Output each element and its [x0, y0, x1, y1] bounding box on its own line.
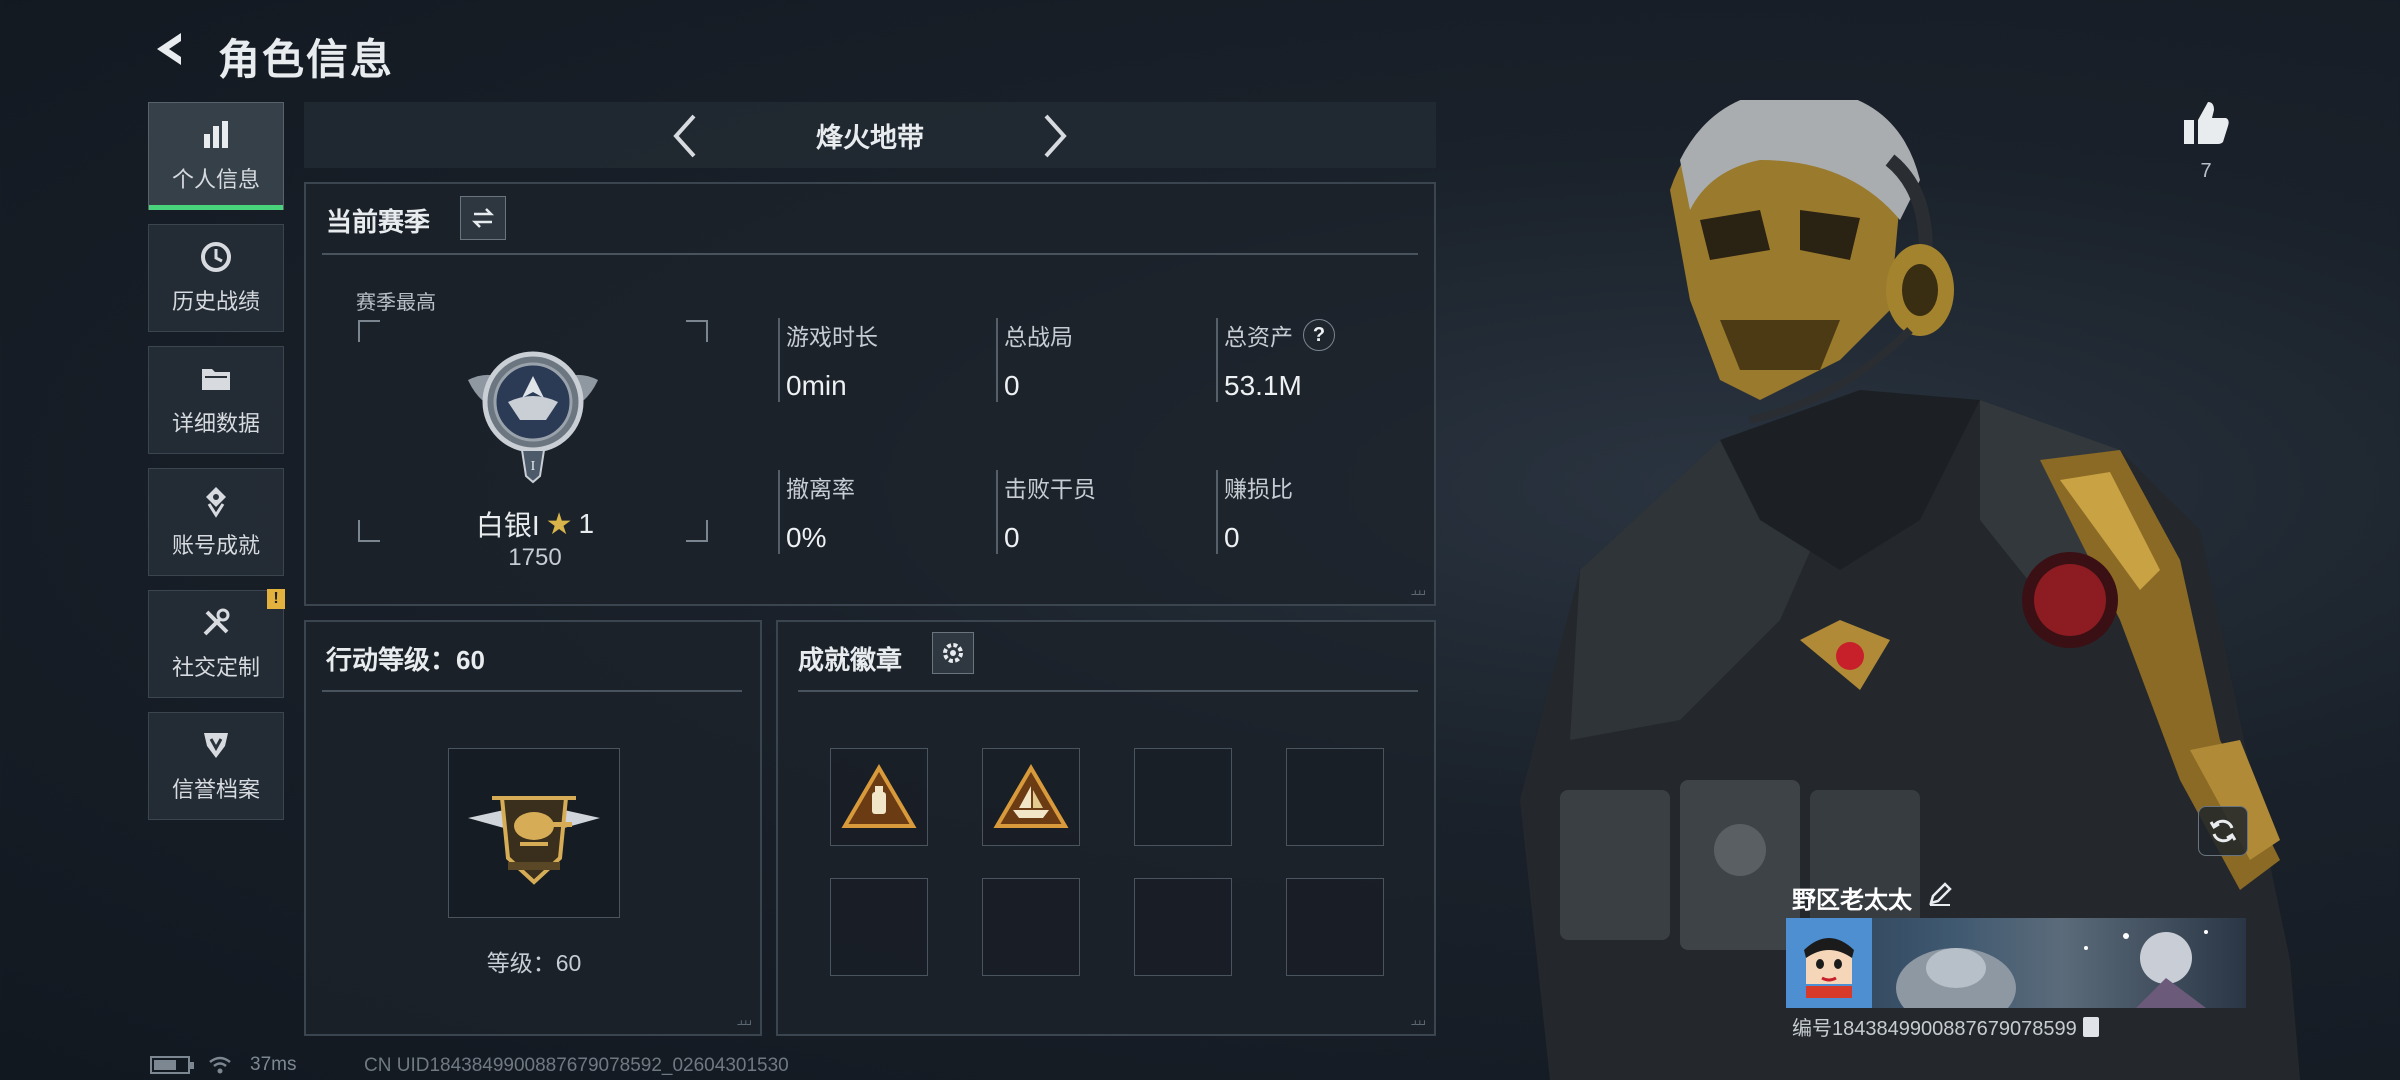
svg-text:I: I: [531, 459, 536, 474]
previous-mode-button[interactable]: [660, 108, 710, 164]
rotate-icon: [2209, 819, 2237, 843]
swap-season-button[interactable]: [460, 196, 506, 240]
history-clock-icon: [201, 242, 231, 272]
thumbs-up-icon: [2184, 102, 2229, 144]
gear-icon: [943, 643, 963, 663]
nav-item-detailed-data[interactable]: 详细数据: [148, 346, 284, 454]
nav-item-label: 信誉档案: [171, 777, 260, 802]
stat-label: 总战局: [1004, 324, 1073, 350]
stat-value: 0min: [786, 370, 847, 401]
rank-stars: 1: [578, 508, 595, 539]
nav-item-label: 社交定制: [171, 655, 260, 680]
stat-label: 赚损比: [1224, 476, 1293, 502]
bar-chart-icon: [204, 121, 228, 148]
stat-value: 53.1M: [1224, 370, 1302, 401]
cartoon-avatar-icon: [1804, 938, 1854, 998]
nav-item-label: 账号成就: [171, 533, 260, 558]
stat-value: 0: [1224, 522, 1240, 553]
achievement-slot-empty[interactable]: [982, 878, 1080, 976]
nav-item-label: 详细数据: [171, 411, 260, 436]
ping-value: 37ms: [250, 1054, 297, 1075]
rank-name: 白银I: [475, 510, 540, 541]
stat-label: 总资产 ?: [1224, 318, 1335, 352]
season-best-label: 赛季最高: [356, 292, 436, 314]
like-button[interactable]: [2178, 96, 2234, 152]
stat-profit-loss-ratio: 赚损比 0: [1216, 470, 1293, 554]
player-name: 野区老太太: [1792, 887, 1912, 914]
nav-item-account-achievements[interactable]: 账号成就: [148, 468, 284, 576]
mode-label: 烽火地带: [816, 123, 924, 153]
like-count: 7: [2200, 160, 2212, 182]
achievement-slot-empty[interactable]: [1286, 878, 1384, 976]
achievement-icon: [206, 487, 226, 518]
achievement-slot[interactable]: [982, 748, 1080, 846]
notification-badge: !: [267, 589, 285, 609]
achievement-slot-empty[interactable]: [1134, 878, 1232, 976]
achievement-slot-empty[interactable]: [1286, 748, 1384, 846]
nav-item-reputation[interactable]: 信誉档案: [148, 712, 284, 820]
stat-play-time: 游戏时长 0min: [778, 318, 878, 402]
stat-label: 游戏时长: [786, 324, 878, 350]
tools-icon: [203, 608, 230, 636]
stat-total-assets: 总资产 ? 53.1M: [1216, 318, 1335, 402]
side-navigation: 个人信息 历史战绩 详细数据 账号成就 社交定制 ! 信誉档案: [148, 102, 286, 834]
page-title: 角色信息: [218, 36, 395, 83]
achievements-title: 成就徽章: [798, 645, 903, 675]
stat-label-text: 总资产: [1224, 324, 1293, 350]
chevron-right-icon: [1044, 114, 1067, 158]
panel-corner-decoration: ⌟⌟⌟: [736, 1011, 752, 1027]
pencil-icon: [1929, 882, 1952, 906]
battery-icon: [150, 1056, 194, 1074]
stat-value: 0: [1004, 370, 1020, 401]
avatar[interactable]: [1786, 918, 1872, 1008]
achievement-slot-empty[interactable]: [1134, 748, 1232, 846]
divider: [322, 690, 742, 692]
nav-item-personal-info[interactable]: 个人信息: [148, 102, 284, 210]
achievement-slot-empty[interactable]: [830, 878, 928, 976]
nav-item-match-history[interactable]: 历史战绩: [148, 224, 284, 332]
help-icon[interactable]: ?: [1303, 319, 1335, 351]
action-level-badge[interactable]: [448, 748, 620, 918]
helicopter-emblem-icon: [468, 796, 600, 885]
stat-total-matches: 总战局 0: [996, 318, 1073, 402]
stat-extraction-rate: 撤离率 0%: [778, 470, 855, 554]
status-bar: 37ms: [150, 1054, 296, 1076]
level-caption: 等级：60: [486, 950, 582, 976]
swap-arrows-icon: [471, 208, 495, 228]
stat-label: 击败干员: [1004, 476, 1096, 502]
back-arrow-icon: [157, 33, 181, 65]
rank-name-row: 白银I ★ 1: [420, 504, 650, 544]
stat-label: 撤离率: [786, 476, 855, 502]
divider: [322, 253, 1418, 255]
copy-icon[interactable]: [2082, 1016, 2099, 1037]
folder-icon: [202, 369, 230, 390]
shield-icon: [204, 733, 228, 758]
edit-name-button[interactable]: [1926, 880, 1954, 908]
stat-operators-defeated: 击败干员 0: [996, 470, 1096, 554]
nav-item-label: 个人信息: [171, 167, 260, 192]
season-title: 当前赛季: [326, 207, 431, 237]
next-mode-button[interactable]: [1030, 108, 1080, 164]
divider: [798, 690, 1418, 692]
achievement-slot[interactable]: [830, 748, 928, 846]
achievements-settings-button[interactable]: [932, 632, 974, 674]
back-button[interactable]: [146, 24, 196, 74]
player-id-text: 编号1843849900887679078599: [1792, 1018, 2077, 1040]
triangle-badge-bottle-icon: [841, 764, 917, 828]
silver-rank-emblem-icon: I: [462, 340, 604, 490]
triangle-badge-boat-icon: [993, 764, 1069, 828]
stat-value: 0%: [786, 522, 827, 553]
player-id: 编号1843849900887679078599: [1792, 1012, 2099, 1041]
rank-score: 1750: [508, 544, 562, 571]
wifi-icon: [209, 1056, 231, 1074]
action-level-title: 行动等级：60: [326, 645, 485, 675]
rotate-model-button[interactable]: [2198, 806, 2248, 856]
star-icon: ★: [545, 507, 573, 541]
nav-item-social-custom[interactable]: 社交定制 !: [148, 589, 285, 698]
chevron-left-icon: [673, 114, 696, 158]
stat-value: 0: [1004, 522, 1020, 553]
nav-item-label: 历史战绩: [171, 289, 260, 314]
uid-line: CN UID1843849900887679078592_02604301530: [364, 1055, 789, 1076]
